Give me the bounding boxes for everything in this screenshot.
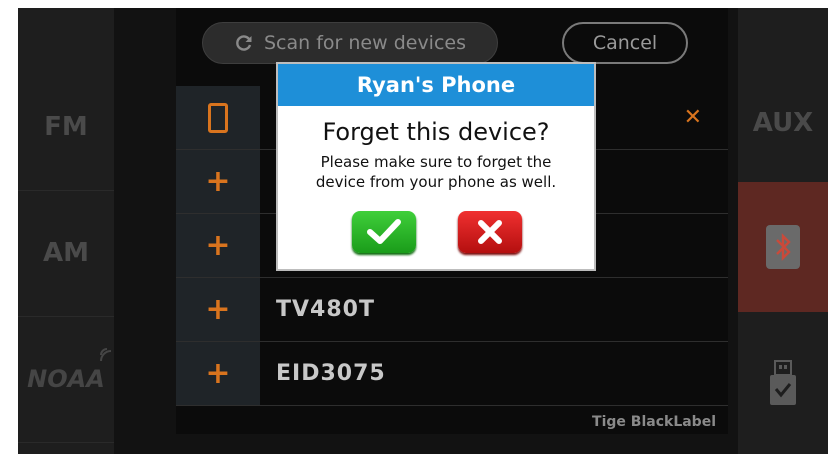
confirm-forget-button[interactable] [352,211,416,253]
source-aux-button[interactable]: AUX [738,64,828,183]
source-am-button[interactable]: AM [18,190,114,317]
source-noaa-button[interactable]: NOAA [18,316,114,443]
phone-icon [176,86,260,149]
checkmark-icon [367,219,401,244]
scan-devices-button[interactable]: Scan for new devices [202,22,498,64]
source-usb-button[interactable] [738,316,828,454]
dialog-message-line2: device from your phone as well. [315,173,557,191]
forget-device-dialog: Ryan's Phone Forget this device? Please … [276,62,596,271]
source-fm-button[interactable]: FM [18,64,114,191]
scan-devices-label: Scan for new devices [263,32,466,54]
plus-icon[interactable]: + [176,278,260,341]
noaa-label: NOAA [27,365,105,393]
bluetooth-icon [766,225,800,269]
dialog-question: Forget this device? [322,118,550,146]
plus-icon[interactable]: + [176,214,260,277]
dialog-title: Ryan's Phone [278,64,594,106]
reject-forget-button[interactable] [458,211,522,253]
device-row[interactable]: + EID3075 [176,342,728,406]
left-source-column: FM AM NOAA [18,8,114,454]
cancel-button[interactable]: Cancel [562,22,688,64]
noaa-logo: NOAA [27,348,111,393]
device-name: TV480T [276,297,375,322]
source-fm-label: FM [44,112,88,142]
remove-device-icon[interactable]: ✕ [684,86,702,149]
brand-watermark: Tige BlackLabel [592,414,716,430]
source-bluetooth-button[interactable] [738,182,828,312]
plus-icon[interactable]: + [176,342,260,405]
dialog-message: Please make sure to forget the device fr… [278,152,594,192]
signal-waves-icon [99,348,111,362]
plus-icon[interactable]: + [176,150,260,213]
device-row[interactable]: + TV480T [176,278,728,342]
device-name: EID3075 [276,361,386,386]
close-icon [478,220,502,244]
dialog-message-line1: Please make sure to forget the [320,153,552,171]
refresh-icon [236,35,252,51]
usb-icon [770,360,796,405]
right-source-column: AUX [738,8,828,454]
cancel-label: Cancel [592,32,658,54]
source-am-label: AM [43,238,89,268]
source-aux-label: AUX [752,108,814,138]
